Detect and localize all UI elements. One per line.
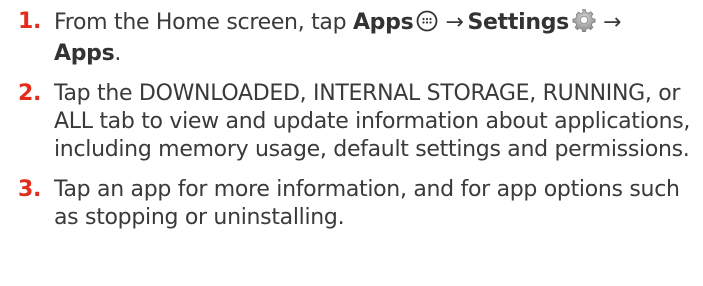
step-text: .	[114, 41, 122, 66]
instruction-list: 1. From the Home screen, tap Apps → Settin…	[14, 8, 694, 244]
apps-grid-icon	[416, 10, 438, 40]
step-3: 3. Tap an app for more information, and …	[14, 176, 694, 232]
step-number: 1.	[18, 9, 42, 34]
gear-icon	[572, 8, 596, 40]
settings-label: Settings	[467, 10, 570, 35]
step-number: 3.	[18, 177, 42, 202]
step-1: 1. From the Home screen, tap Apps → Settin…	[14, 8, 694, 68]
step-text: Tap an app for more information, and for…	[54, 177, 680, 230]
apps-label: Apps	[352, 10, 414, 35]
arrow-icon: →	[445, 10, 464, 35]
step-2: 2. Tap the DOWNLOADED, INTERNAL STORAGE,…	[14, 80, 694, 164]
arrow-icon: →	[602, 10, 622, 35]
apps-label: Apps	[54, 41, 115, 66]
step-text: From the Home screen, tap	[54, 10, 353, 35]
step-number: 2.	[18, 81, 42, 106]
step-text: Tap the DOWNLOADED, INTERNAL STORAGE, RU…	[54, 81, 691, 162]
